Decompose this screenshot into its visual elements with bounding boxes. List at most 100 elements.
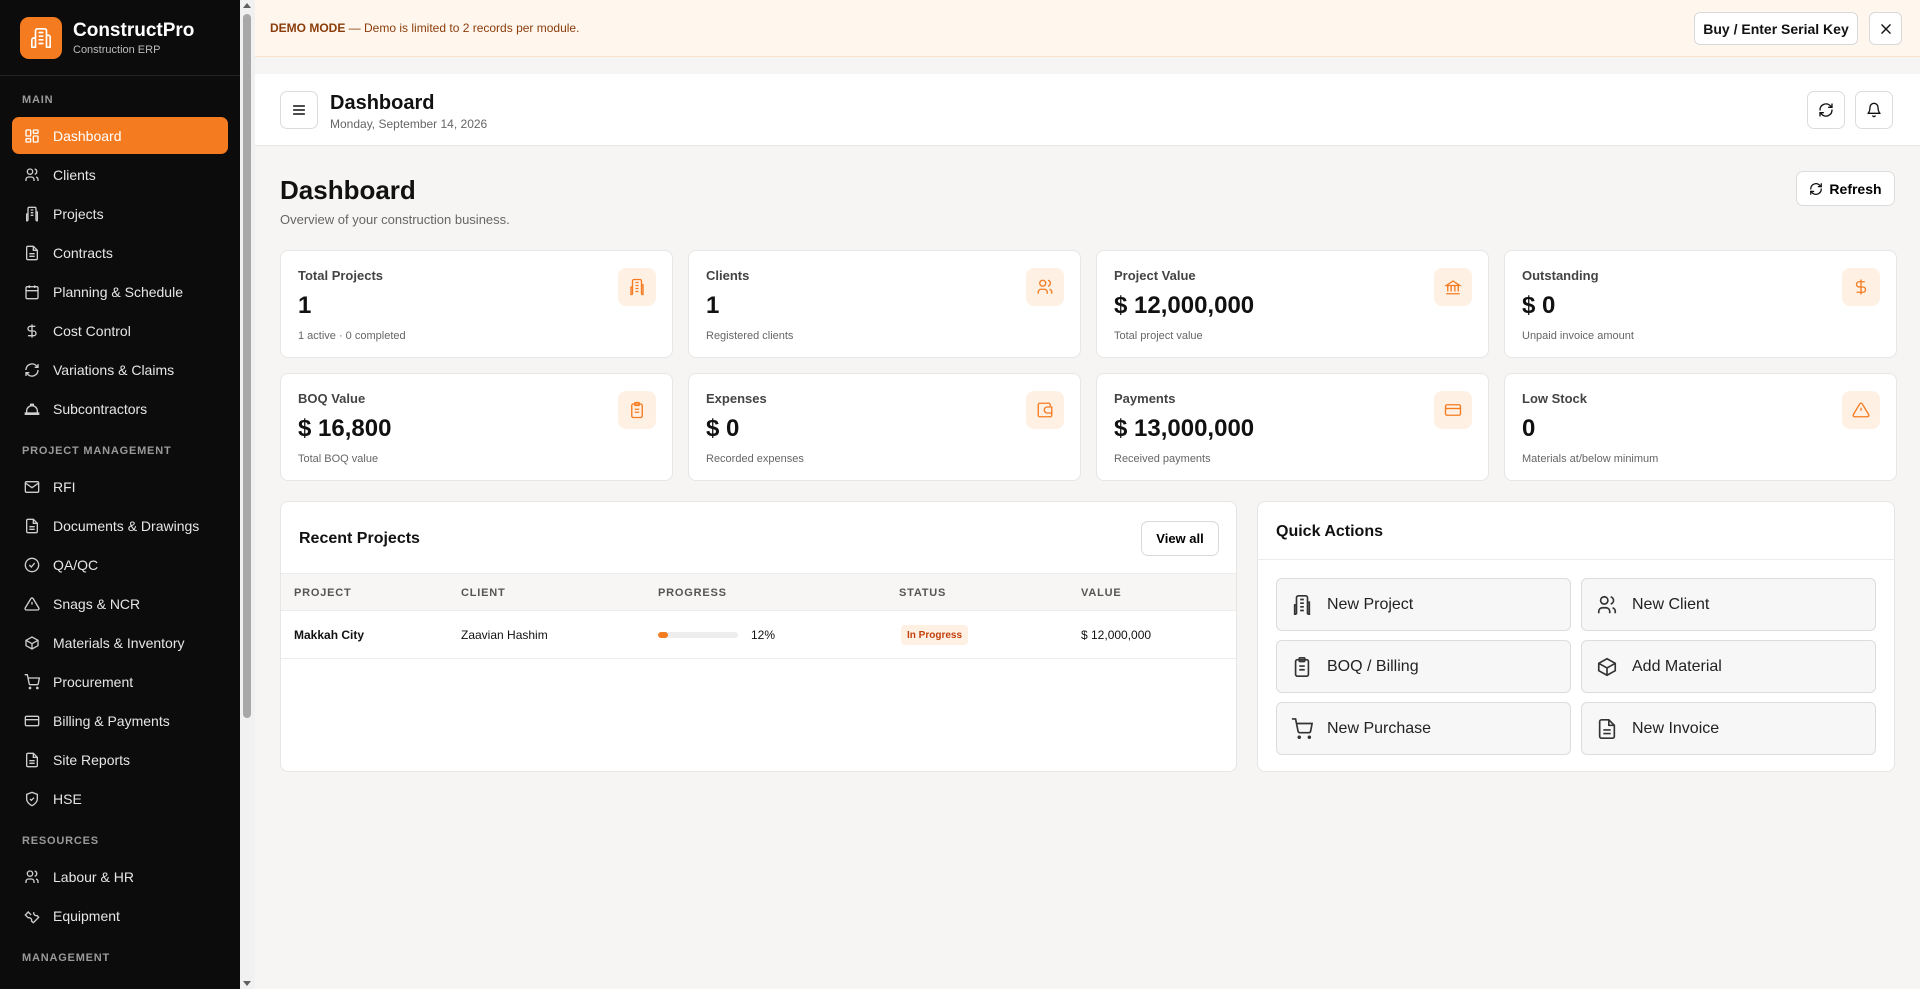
stat-label: Outstanding [1522, 268, 1599, 283]
sidebar-item-labour[interactable]: Labour & HR [12, 858, 228, 895]
sidebar-item-documents[interactable]: Documents & Drawings [12, 507, 228, 544]
users-icon [23, 166, 41, 184]
refresh-icon [23, 361, 41, 379]
page-title: Dashboard [280, 175, 416, 205]
sidebar-item-materials[interactable]: Materials & Inventory [12, 624, 228, 661]
sidebar-item-equipment[interactable]: Equipment [12, 897, 228, 934]
sidebar-item-clients[interactable]: Clients [12, 156, 228, 193]
view-all-button[interactable]: View all [1141, 521, 1219, 556]
banner-close-button[interactable] [1869, 12, 1902, 45]
cart-icon [1290, 717, 1314, 741]
credit-card-icon [23, 712, 41, 730]
progress-bar [658, 632, 738, 638]
sidebar-item-label: Site Reports [53, 751, 131, 768]
stat-card-clients: Clients 1 Registered clients [688, 250, 1081, 358]
top-bar: Dashboard Monday, September 14, 2026 [255, 74, 1920, 146]
demo-banner: DEMO MODE — Demo is limited to 2 records… [255, 0, 1920, 57]
warning-icon [23, 595, 41, 613]
stat-value: 1 [298, 292, 312, 319]
sidebar-item-label: Subcontractors [53, 400, 148, 417]
scroll-down-arrow[interactable] [243, 981, 251, 986]
topbar-title: Dashboard [330, 92, 435, 114]
sidebar-item-hse[interactable]: HSE [12, 780, 228, 817]
sidebar-item-variations[interactable]: Variations & Claims [12, 351, 228, 388]
stat-value: $ 13,000,000 [1114, 415, 1255, 442]
sidebar-item-label: Projects [53, 205, 104, 222]
sidebar-item-label: Contracts [53, 244, 113, 261]
new-purchase-button[interactable]: New Purchase [1276, 702, 1571, 755]
new-client-button[interactable]: New Client [1581, 578, 1876, 631]
boq-billing-button[interactable]: BOQ / Billing [1276, 640, 1571, 693]
stat-card-total-projects: Total Projects 1 1 active · 0 completed [280, 250, 673, 358]
recent-projects-title: Recent Projects [299, 530, 420, 547]
scroll-up-arrow[interactable] [243, 3, 251, 8]
scroll-thumb[interactable] [243, 14, 251, 718]
wrench-icon [23, 907, 41, 925]
brand[interactable]: ConstructPro Construction ERP [0, 0, 240, 76]
sidebar-scrollbar[interactable] [240, 0, 255, 989]
add-material-button[interactable]: Add Material [1581, 640, 1876, 693]
refresh-label: Refresh [1829, 180, 1882, 197]
nav-section-resources: RESOURCES [22, 835, 99, 847]
shield-icon [23, 790, 41, 808]
serial-key-button[interactable]: Buy / Enter Serial Key [1694, 12, 1858, 45]
column-header-status: STATUS [899, 587, 947, 599]
demo-mode-label: DEMO MODE [270, 21, 346, 35]
quick-actions-panel: Quick Actions New Project New Client BOQ… [1257, 501, 1895, 772]
project-name[interactable]: Makkah City [294, 628, 364, 642]
nav-section-main: MAIN [22, 94, 54, 106]
recent-projects-panel: Recent Projects View all PROJECT CLIENT … [280, 501, 1237, 772]
sidebar-item-subcontractors[interactable]: Subcontractors [12, 390, 228, 427]
new-invoice-button[interactable]: New Invoice [1581, 702, 1876, 755]
sidebar-item-snags[interactable]: Snags & NCR [12, 585, 228, 622]
users-icon [1595, 593, 1619, 617]
menu-toggle-button[interactable] [280, 91, 318, 129]
stat-note: Total project value [1114, 330, 1203, 342]
check-circle-icon [23, 556, 41, 574]
sidebar-item-qaqc[interactable]: QA/QC [12, 546, 228, 583]
sync-button[interactable] [1807, 91, 1845, 129]
sidebar-item-rfi[interactable]: RFI [12, 468, 228, 505]
stat-value: $ 12,000,000 [1114, 292, 1255, 319]
sidebar-item-cost-control[interactable]: Cost Control [12, 312, 228, 349]
menu-icon [291, 102, 307, 118]
quick-action-label: Add Material [1632, 657, 1722, 675]
demo-message-text: — Demo is limited to 2 records per modul… [345, 21, 580, 35]
document-icon [23, 751, 41, 769]
document-icon [23, 517, 41, 535]
stat-value: $ 16,800 [298, 415, 392, 442]
document-icon [1595, 717, 1619, 741]
stat-card-outstanding: Outstanding $ 0 Unpaid invoice amount [1504, 250, 1897, 358]
column-header-value: VALUE [1081, 587, 1122, 599]
sidebar-item-contracts[interactable]: Contracts [12, 234, 228, 271]
sidebar-item-dashboard[interactable]: Dashboard [12, 117, 228, 154]
nav-section-management: MANAGEMENT [22, 952, 111, 964]
dollar-icon [1842, 268, 1880, 306]
building-icon [23, 205, 41, 223]
sidebar-item-label: Variations & Claims [53, 361, 175, 378]
building-icon [20, 16, 62, 59]
clipboard-icon [618, 391, 656, 429]
quick-action-label: New Purchase [1327, 719, 1432, 737]
sidebar-item-site-reports[interactable]: Site Reports [12, 741, 228, 778]
sidebar-item-label: Snags & NCR [53, 595, 141, 612]
refresh-button[interactable]: Refresh [1796, 171, 1895, 206]
sidebar-item-label: Labour & HR [53, 868, 134, 885]
brand-name: ConstructPro [73, 19, 195, 41]
sidebar-item-label: Planning & Schedule [53, 283, 183, 300]
sidebar-item-billing[interactable]: Billing & Payments [12, 702, 228, 739]
sidebar-item-label: Materials & Inventory [53, 634, 185, 651]
sidebar-item-planning[interactable]: Planning & Schedule [12, 273, 228, 310]
stat-card-payments: Payments $ 13,000,000 Received payments [1096, 373, 1489, 481]
bell-icon [1866, 102, 1882, 118]
sidebar-item-procurement[interactable]: Procurement [12, 663, 228, 700]
quick-actions-header: Quick Actions [1258, 502, 1894, 560]
new-project-button[interactable]: New Project [1276, 578, 1571, 631]
stat-value: 0 [1522, 415, 1536, 442]
credit-card-icon [1434, 391, 1472, 429]
notifications-button[interactable] [1855, 91, 1893, 129]
stat-label: Low Stock [1522, 391, 1588, 406]
sidebar-item-projects[interactable]: Projects [12, 195, 228, 232]
project-value: $ 12,000,000 [1081, 628, 1152, 642]
table-row[interactable]: Makkah City Zaavian Hashim 12% In Progre… [281, 611, 1236, 659]
